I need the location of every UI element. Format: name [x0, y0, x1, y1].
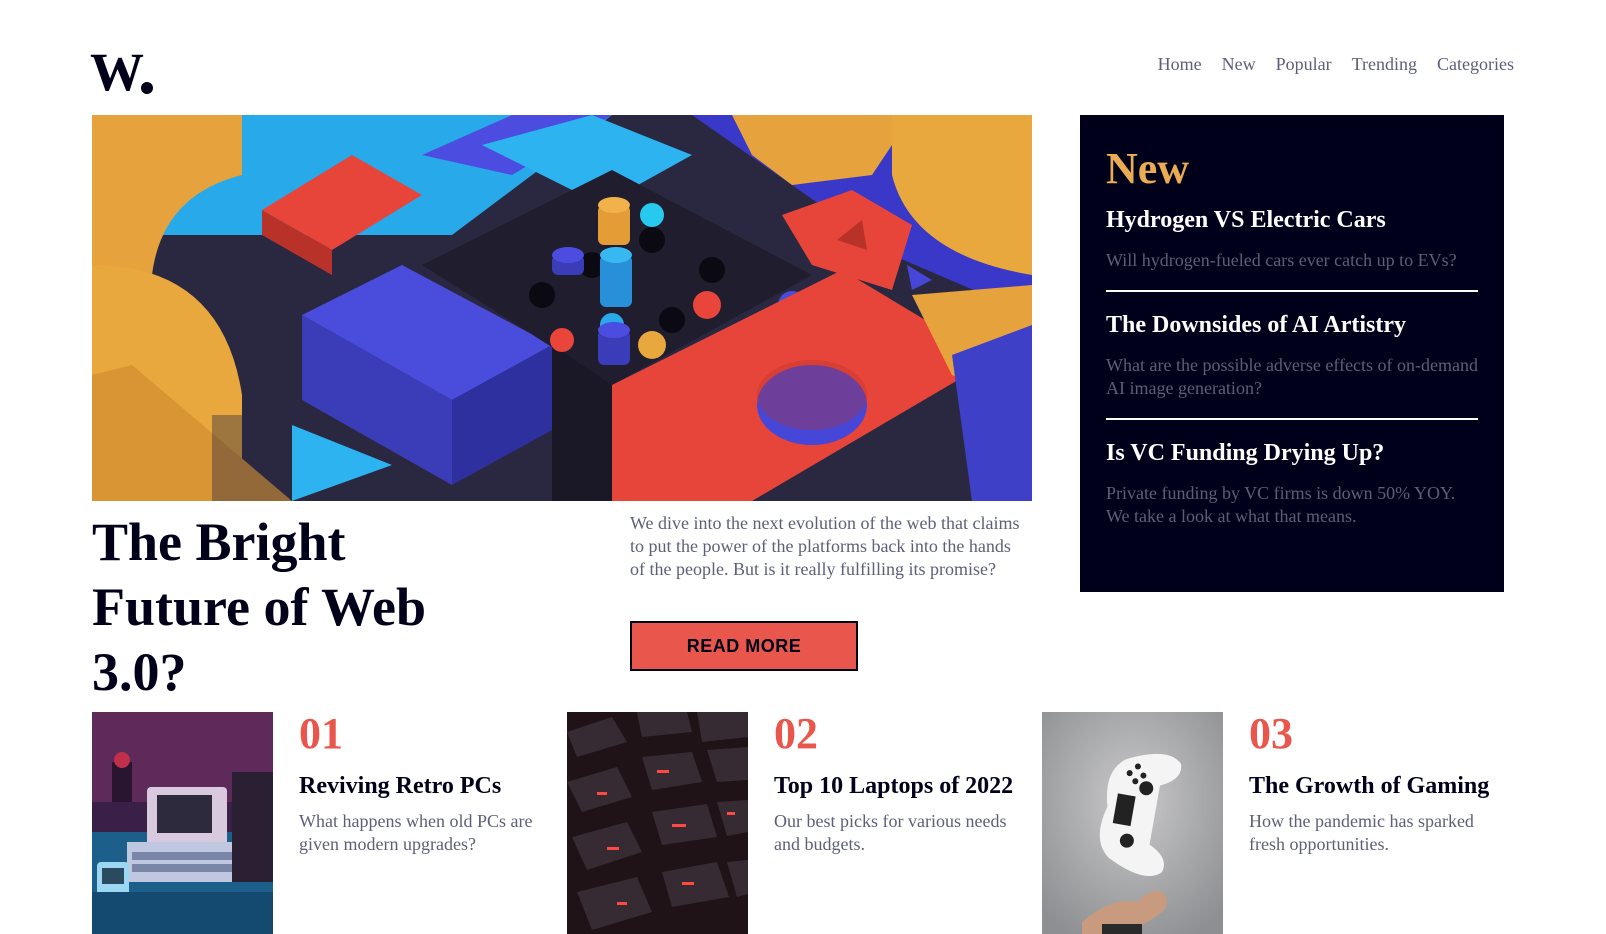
hero-image [92, 115, 1032, 501]
nav-trending[interactable]: Trending [1352, 54, 1417, 75]
hero-description: We dive into the next evolution of the w… [630, 513, 1020, 579]
hero-title[interactable]: The Bright Future of Web 3.0? [92, 510, 512, 705]
article-card[interactable]: 02 Top 10 Laptops of 2022 Our best picks… [567, 712, 1027, 934]
new-articles-panel: New Hydrogen VS Electric Cars Will hydro… [1080, 115, 1504, 592]
new-article-title[interactable]: Hydrogen VS Electric Cars [1106, 205, 1478, 235]
nav-categories[interactable]: Categories [1437, 54, 1514, 75]
nav-popular[interactable]: Popular [1276, 54, 1332, 75]
new-article-desc: What are the possible adverse effects of… [1106, 355, 1479, 398]
card-title[interactable]: Top 10 Laptops of 2022 [774, 772, 1024, 800]
new-panel-heading: New [1106, 144, 1190, 193]
card-title[interactable]: Reviving Retro PCs [299, 772, 549, 800]
card-body: 03 The Growth of Gaming How the pandemic… [1249, 712, 1499, 856]
card-description: What happens when old PCs are given mode… [299, 811, 533, 854]
new-panel-divider [1106, 418, 1478, 420]
new-article-item[interactable]: The Downsides of AI Artistry What are th… [1106, 310, 1478, 418]
new-article-desc: Will hydrogen-fueled cars ever catch up … [1106, 250, 1457, 270]
main-nav: Home New Popular Trending Categories [1158, 54, 1514, 75]
article-card[interactable]: 03 The Growth of Gaming How the pandemic… [1042, 712, 1502, 934]
card-body: 01 Reviving Retro PCs What happens when … [299, 712, 549, 856]
new-panel-divider [1106, 290, 1478, 292]
new-article-title[interactable]: The Downsides of AI Artistry [1106, 310, 1478, 340]
card-number: 03 [1249, 709, 1293, 758]
card-number: 02 [774, 709, 818, 758]
card-body: 02 Top 10 Laptops of 2022 Our best picks… [774, 712, 1024, 856]
svg-text:W: W [90, 50, 144, 98]
retro-pc-image[interactable] [92, 712, 273, 934]
game-controller-image[interactable] [1042, 712, 1223, 934]
site-logo[interactable]: W [90, 50, 156, 98]
card-number: 01 [299, 709, 343, 758]
new-article-item[interactable]: Is VC Funding Drying Up? Private funding… [1106, 438, 1478, 546]
new-article-item[interactable]: Hydrogen VS Electric Cars Will hydrogen-… [1106, 205, 1478, 290]
read-more-button[interactable]: READ MORE [630, 621, 858, 671]
laptop-keyboard-image[interactable] [567, 712, 748, 934]
site-header: W Home New Popular Trending Categories [90, 50, 1514, 100]
featured-cards: 01 Reviving Retro PCs What happens when … [92, 712, 1512, 934]
new-article-title[interactable]: Is VC Funding Drying Up? [1106, 438, 1478, 468]
card-description: How the pandemic has sparked fresh oppor… [1249, 811, 1474, 854]
card-description: Our best picks for various needs and bud… [774, 811, 1007, 854]
nav-new[interactable]: New [1222, 54, 1256, 75]
new-article-desc: Private funding by VC firms is down 50% … [1106, 483, 1456, 526]
card-title[interactable]: The Growth of Gaming [1249, 772, 1499, 800]
article-card[interactable]: 01 Reviving Retro PCs What happens when … [92, 712, 552, 934]
nav-home[interactable]: Home [1158, 54, 1202, 75]
